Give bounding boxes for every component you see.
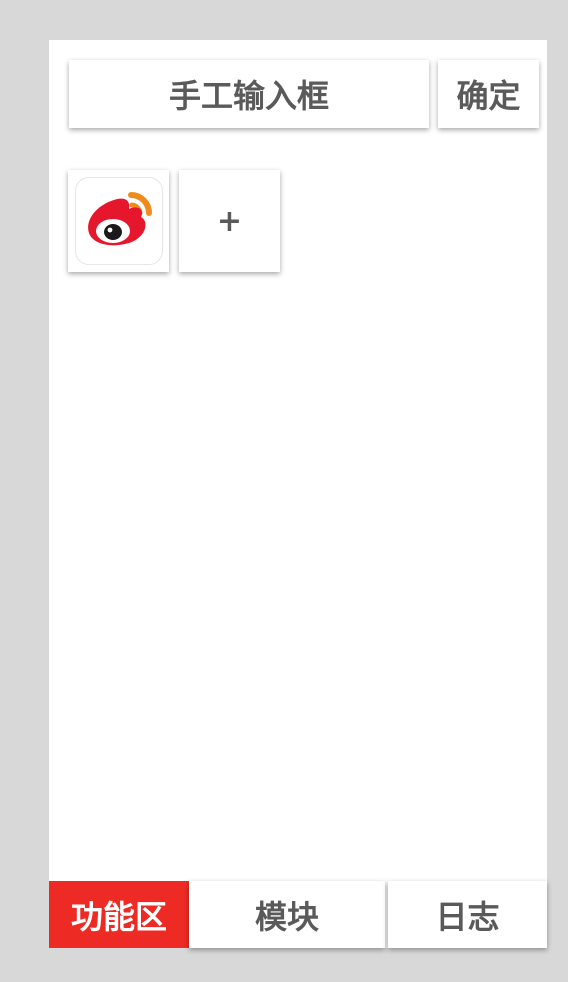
main-panel: 手工输入框 确定 + 功能区 模块 日志 [49, 40, 547, 948]
confirm-button[interactable]: 确定 [438, 60, 539, 128]
bottom-tab-bar: 功能区 模块 日志 [49, 881, 547, 948]
manual-input-field[interactable]: 手工输入框 [69, 60, 429, 128]
weibo-icon [74, 177, 163, 265]
tab-modules[interactable]: 模块 [189, 881, 385, 948]
tab-function-area-label: 功能区 [70, 897, 167, 936]
manual-input-placeholder: 手工输入框 [168, 77, 329, 115]
weibo-app-tile[interactable] [68, 170, 169, 272]
tab-function-area[interactable]: 功能区 [49, 881, 189, 948]
tab-logs[interactable]: 日志 [388, 881, 547, 948]
confirm-button-label: 确定 [456, 77, 521, 115]
plus-icon: + [216, 203, 243, 239]
tab-modules-label: 模块 [254, 897, 319, 936]
add-tile-button[interactable]: + [179, 170, 280, 272]
tab-logs-label: 日志 [435, 897, 500, 936]
